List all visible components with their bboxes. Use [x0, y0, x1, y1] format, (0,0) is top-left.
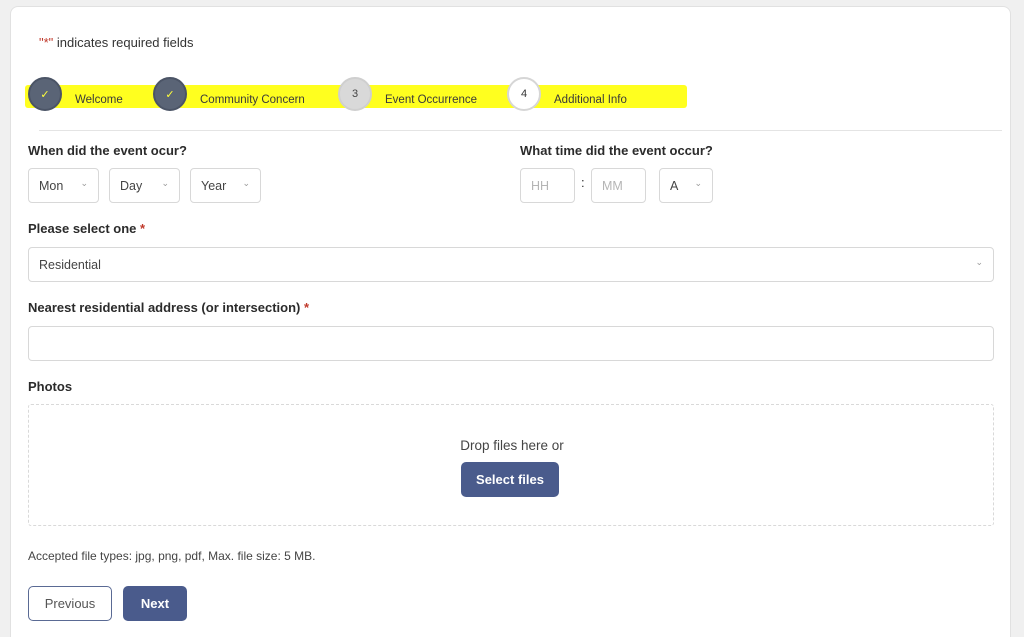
address-label: Nearest residential address (or intersec… — [28, 300, 309, 315]
step-2-check-icon: ✓ — [153, 77, 187, 111]
chevron-down-icon: ⌄ — [242, 178, 250, 188]
hour-placeholder: HH — [531, 178, 550, 193]
previous-button[interactable]: Previous — [28, 586, 112, 621]
chevron-down-icon: ⌄ — [975, 257, 983, 267]
required-fields-note: "*" indicates required fields — [39, 35, 194, 50]
year-select[interactable]: Year ⌄ — [190, 168, 261, 203]
month-select[interactable]: Mon ⌄ — [28, 168, 99, 203]
required-star: * — [140, 221, 146, 236]
address-input[interactable] — [28, 326, 994, 361]
minute-input[interactable]: MM — [591, 168, 646, 203]
required-star: "*" — [39, 35, 54, 50]
select-one-label: Please select one * — [28, 221, 145, 236]
form-card: "*" indicates required fields ✓ Welcome … — [10, 6, 1011, 637]
file-types-help: Accepted file types: jpg, png, pdf, Max.… — [28, 549, 316, 563]
select-one-label-text: Please select one — [28, 221, 137, 236]
step-1-label: Welcome — [75, 94, 123, 106]
step-3-label: Event Occurrence — [385, 94, 478, 106]
step-3-marker: 3 — [338, 77, 372, 111]
type-select[interactable]: Residential ⌄ — [28, 247, 994, 282]
type-select-value: Residential — [39, 257, 101, 272]
next-button[interactable]: Next — [123, 586, 187, 621]
day-select-value: Day — [120, 178, 143, 193]
step-4-label: Additional Info — [554, 94, 627, 106]
hour-input[interactable]: HH — [520, 168, 575, 203]
time-label: What time did the event occur? — [520, 143, 713, 158]
chevron-down-icon: ⌄ — [161, 178, 169, 188]
time-colon: : — [581, 175, 585, 190]
date-label: When did the event ocur? — [28, 143, 187, 158]
day-select[interactable]: Day ⌄ — [109, 168, 180, 203]
drop-files-text: Drop files here or — [460, 438, 564, 453]
file-dropzone[interactable]: Drop files here or Select files — [28, 404, 994, 526]
ampm-select-value: A — [670, 178, 679, 193]
minute-placeholder: MM — [602, 178, 623, 193]
select-files-button[interactable]: Select files — [461, 462, 559, 497]
chevron-down-icon: ⌄ — [80, 178, 88, 188]
step-1-check-icon: ✓ — [28, 77, 62, 111]
address-label-text: Nearest residential address (or intersec… — [28, 300, 301, 315]
year-select-value: Year — [201, 178, 227, 193]
step-2-label: Community Concern — [200, 94, 305, 106]
required-note-text: indicates required fields — [53, 35, 194, 50]
divider — [39, 130, 1002, 131]
chevron-down-icon: ⌄ — [694, 178, 702, 188]
photos-label: Photos — [28, 379, 73, 394]
ampm-select[interactable]: A ⌄ — [659, 168, 713, 203]
step-4-marker: 4 — [507, 77, 541, 111]
required-star: * — [304, 300, 310, 315]
month-select-value: Mon — [39, 178, 64, 193]
